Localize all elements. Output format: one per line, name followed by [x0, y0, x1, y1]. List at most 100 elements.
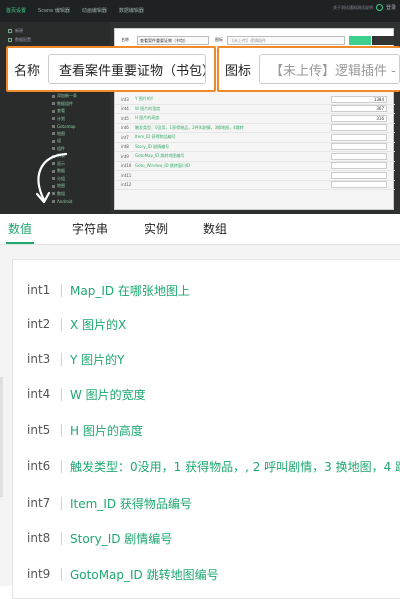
field-separator [61, 317, 62, 331]
field-description: GotoMap_ID 跳转地图编号 [70, 567, 219, 582]
icon-input[interactable]: 【未上传】逻辑插件 - [259, 54, 400, 84]
panel-row-key: int5 [121, 115, 129, 121]
tree-node[interactable]: 地图 [52, 130, 112, 138]
field-row[interactable]: int6 触发类型：0没用，1 获得物品，, 2 呼叫剧情，3 换地图，4 跳审 [27, 456, 400, 476]
panel-row: int7 Item_ID 获得物品编号 [115, 133, 395, 143]
panel-row-desc: 触发类型：0没用，1获得物品，2呼叫剧情，3换地图，4跳转 [135, 124, 244, 130]
field-separator [61, 531, 62, 545]
panel-row-desc: H 图片的高度 [135, 115, 160, 121]
panel-row-key: int7 [121, 134, 129, 140]
tab-numeric[interactable]: 数值 [5, 214, 35, 244]
tree-node[interactable]: 组 [52, 138, 112, 146]
field-list-area: int1 Map_ID 在哪张地图上 int2 X 图片的X int3 Y 图片的Y int… [0, 245, 400, 599]
panel-row-desc: Story_ID 剧情编号 [135, 143, 170, 149]
panel-upload-button[interactable] [349, 36, 371, 45]
panel-icon-label: 图标 [215, 37, 223, 42]
tab-instance[interactable]: 实例 [144, 214, 168, 244]
panel-row-value-input[interactable] [331, 171, 387, 179]
editor-notice: 关于测试通知测试说明 [332, 4, 373, 10]
field-description: Story_ID 剧情编号 [70, 531, 173, 546]
tree-node-label: Gotomap [57, 123, 76, 129]
field-key: int4 [27, 387, 51, 401]
field-key: int7 [27, 496, 51, 510]
node-icon [52, 124, 55, 128]
field-key: int9 [27, 567, 51, 581]
tab-array[interactable]: 数组 [203, 214, 227, 244]
editor-tab-scene[interactable]: Scene 编辑器 [32, 0, 76, 22]
tree-node[interactable]: 计划 [52, 115, 112, 123]
panel-row-value-input[interactable] [331, 152, 387, 160]
panel-field-list: int3 Y 图片的Y 1384 int4 W 图片的宽度 367 int5 H 图片的高度 3… [115, 95, 395, 190]
panel-row: int3 Y 图片的Y 1384 [115, 95, 395, 105]
field-description: Y 图片的Y [70, 352, 125, 367]
panel-row: int11 [115, 171, 395, 181]
node-icon [52, 102, 55, 106]
field-description: H 图片的高度 [70, 423, 143, 438]
panel-confirm-button[interactable] [372, 36, 394, 45]
settings-icon[interactable] [375, 4, 383, 11]
panel-name-label: 名称 [121, 37, 129, 42]
field-separator [61, 387, 62, 401]
tree-node-label: 数据组件 [57, 100, 73, 106]
tree-node-label: 计划 [57, 115, 65, 121]
field-row[interactable]: int2 X 图片的X [27, 314, 126, 334]
editor-tab-home[interactable]: 首页设置 [0, 0, 32, 22]
sidebar-item-config[interactable]: 数据配置 [0, 35, 110, 44]
field-list-card: int1 Map_ID 在哪张地图上 int2 X 图片的X int3 Y 图片的Y int… [12, 259, 400, 599]
panel-row: int10 Goto_Window_ID 跳转窗口ID [115, 162, 395, 171]
field-type-tabs: 数值 字符串 实例 数组 [0, 214, 400, 244]
panel-row-desc: Y 图片的Y [135, 96, 154, 102]
tree-node-label: 组 [57, 138, 61, 144]
field-key: int2 [27, 317, 51, 331]
editor-tab-data[interactable]: 数据编辑器 [113, 0, 150, 22]
panel-row-value-input[interactable] [331, 133, 387, 141]
tab-string[interactable]: 字符串 [72, 214, 108, 244]
sidebar-item-label: 数据配置 [15, 36, 31, 42]
panel-row-key: int12 [121, 182, 132, 188]
panel-row: int9 GotoMap_ID 跳转地图编号 [115, 152, 395, 162]
scroll-strip [0, 377, 3, 497]
field-separator [61, 567, 62, 581]
panel-row-key: int8 [121, 144, 129, 150]
icon-callout: 图标 【未上传】逻辑插件 - [217, 46, 400, 92]
editor-topbar-right: 关于测试通知测试说明 登录 [333, 4, 396, 11]
panel-row-value-input[interactable] [331, 162, 387, 170]
tree-node[interactable]: 查看 [52, 108, 112, 116]
field-description: W 图片的宽度 [70, 387, 146, 402]
panel-row-value-input[interactable] [331, 124, 387, 132]
tree-node-label: 地图 [57, 130, 65, 136]
node-icon [52, 117, 55, 121]
panel-row-value-input[interactable]: 1384 [331, 95, 387, 103]
field-key: int1 [27, 283, 51, 297]
folder-icon [8, 28, 12, 33]
panel-row-value-input[interactable] [331, 181, 387, 189]
name-input[interactable]: 查看案件重要证物（书包） [48, 54, 207, 84]
editor-tab-anim[interactable]: 动画编辑器 [76, 0, 113, 22]
field-separator [61, 496, 62, 510]
tree-node[interactable]: Gotomap [52, 123, 112, 131]
field-row[interactable]: int9 GotoMap_ID 跳转地图编号 [27, 564, 219, 584]
node-icon [52, 109, 55, 113]
field-row[interactable]: int8 Story_ID 剧情编号 [27, 528, 172, 548]
field-row[interactable]: int7 Item_ID 获得物品编号 [27, 493, 192, 513]
editor-preview: 首页设置 Scene 编辑器 动画编辑器 数据编辑器 关于测试通知测试说明 登录… [0, 0, 400, 214]
panel-row-value-input[interactable] [331, 143, 387, 151]
panel-icon-input[interactable]: 【未上传】逻辑插件 [227, 36, 345, 45]
field-row[interactable]: int4 W 图片的宽度 [27, 384, 146, 404]
field-row[interactable]: int1 Map_ID 在哪张地图上 [27, 280, 190, 300]
panel-row-value-input[interactable]: 367 [331, 105, 387, 113]
panel-row: int4 W 图片的宽度 367 [115, 105, 395, 114]
tree-node[interactable]: 添加新一条 [52, 93, 112, 101]
panel-row-desc: W 图片的宽度 [135, 105, 161, 111]
panel-row-desc: Goto_Window_ID 跳转窗口ID [135, 162, 191, 168]
field-description: Map_ID 在哪张地图上 [70, 283, 190, 298]
login-link[interactable]: 登录 [386, 4, 396, 11]
field-row[interactable]: int3 Y 图片的Y [27, 349, 124, 369]
field-row[interactable]: int5 H 图片的高度 [27, 420, 143, 440]
node-icon [52, 94, 55, 98]
name-label: 名称 [14, 63, 41, 79]
sidebar-item-new[interactable]: 新建 [0, 26, 110, 35]
tree-node[interactable]: 数据组件 [52, 100, 112, 108]
panel-row-value-input[interactable]: 316 [331, 114, 387, 122]
panel-name-input[interactable]: 查看案件重要证物（书包） [137, 36, 209, 45]
